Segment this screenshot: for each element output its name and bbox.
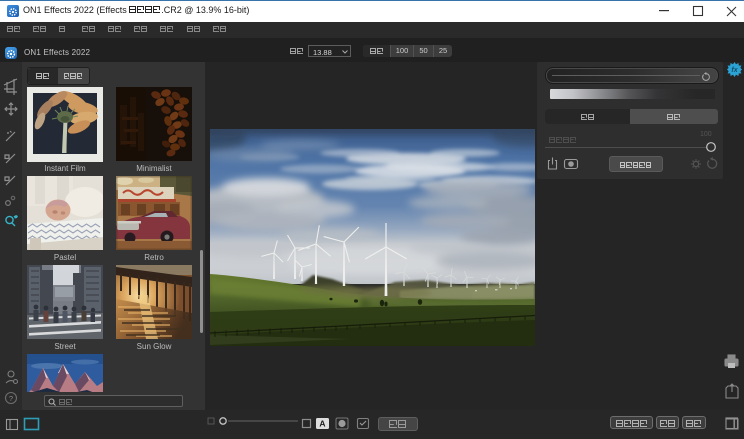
svg-text:A: A [319, 419, 325, 429]
svg-text:fx: fx [731, 67, 738, 74]
svg-text:?: ? [9, 394, 13, 403]
